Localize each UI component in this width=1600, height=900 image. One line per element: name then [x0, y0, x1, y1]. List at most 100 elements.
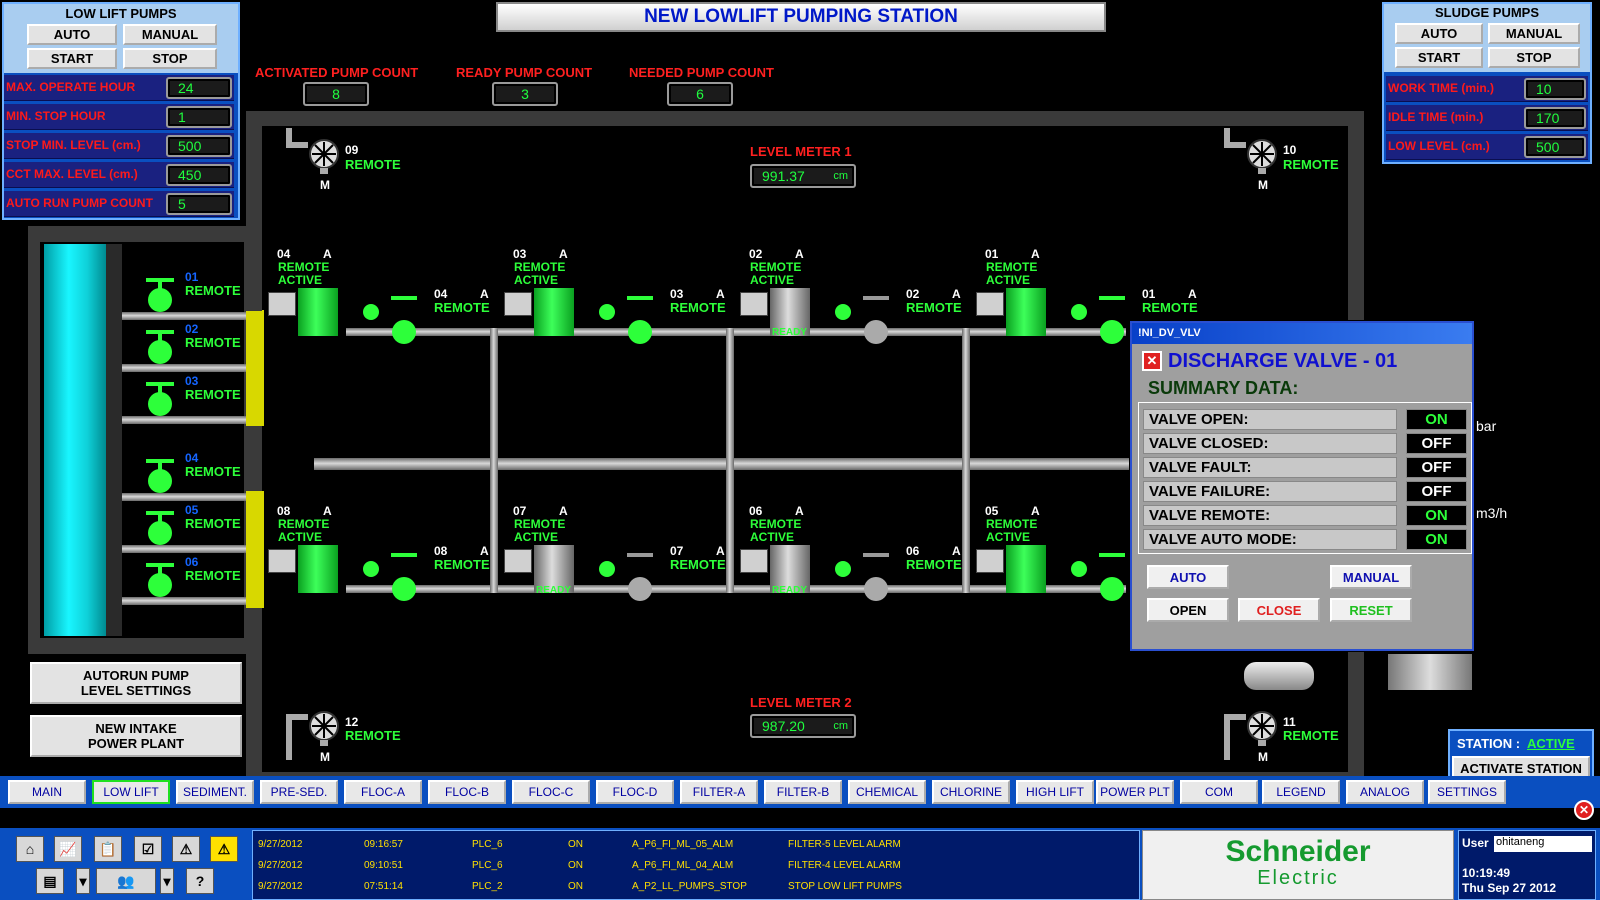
valve-close-button[interactable]: CLOSE	[1238, 598, 1320, 622]
nav-analog[interactable]: ANALOG	[1346, 780, 1424, 804]
trend-icon[interactable]: 📈	[54, 836, 82, 862]
param-value[interactable]: 5	[166, 193, 232, 215]
nav-high-lift[interactable]: HIGH LIFT	[1016, 780, 1094, 804]
valve-manual-button[interactable]: MANUAL	[1330, 565, 1412, 589]
valve-auto-button[interactable]: AUTO	[1147, 565, 1229, 589]
alarm-desc: FILTER-5 LEVEL ALARM	[788, 839, 901, 850]
sludge-pump-10-icon[interactable]	[1222, 128, 1282, 188]
param-value[interactable]: 500	[1524, 136, 1586, 158]
dropdown-arrow-icon[interactable]: ▾	[76, 868, 90, 894]
param-label: MIN. STOP HOUR	[6, 109, 106, 123]
intake-label: NEW INTAKE POWER PLANT	[87, 721, 185, 751]
alarm-row[interactable]: 9/27/2012 09:10:51 PLC_6 ON A_P6_FI_ML_0…	[258, 856, 1138, 876]
discharge-valve-icons	[363, 296, 1125, 601]
new-intake-power-plant-button[interactable]: NEW INTAKE POWER PLANT	[30, 715, 242, 757]
alarm-plc: PLC_6	[472, 860, 503, 871]
station-status: ACTIVE	[1527, 736, 1575, 751]
low-lift-auto-button[interactable]: AUTO	[27, 24, 117, 45]
window-icon[interactable]: ▤	[36, 868, 64, 894]
user-label: User	[1462, 836, 1489, 850]
param-label: AUTO RUN PUMP COUNT	[6, 196, 153, 210]
nav-floc-d[interactable]: FLOC-D	[596, 780, 674, 804]
low-lift-start-button[interactable]: START	[27, 48, 117, 69]
param-value[interactable]: 500	[166, 135, 232, 157]
nav-settings[interactable]: SETTINGS	[1428, 780, 1506, 804]
nav-main[interactable]: MAIN	[8, 780, 86, 804]
alarm-list-icon[interactable]: ⚠	[172, 836, 200, 862]
nav-pre-sed[interactable]: PRE-SED.	[260, 780, 338, 804]
help-icon[interactable]: ?	[186, 868, 214, 894]
param-value[interactable]: 10	[1524, 78, 1586, 100]
sludge-pump-12-icon[interactable]	[284, 700, 344, 760]
nav-sediment[interactable]: SEDIMENT.	[176, 780, 254, 804]
valve-num: 01	[1142, 287, 1156, 301]
close-icon[interactable]: ✕	[1142, 351, 1162, 371]
ready-pump-count-label: READY PUMP COUNT	[456, 65, 593, 80]
exit-icon[interactable]: ✕	[1574, 800, 1594, 820]
nav-chlorine[interactable]: CHLORINE	[932, 780, 1010, 804]
alarm-row[interactable]: 9/27/2012 09:16:57 PLC_6 ON A_P6_FI_ML_0…	[258, 835, 1138, 855]
home-icon[interactable]: ⌂	[16, 836, 44, 862]
valve-icon[interactable]	[146, 278, 174, 597]
valve-reset-button[interactable]: RESET	[1330, 598, 1412, 622]
nav-floc-b[interactable]: FLOC-B	[428, 780, 506, 804]
valve-icon[interactable]	[363, 296, 1125, 601]
nav-power-plt[interactable]: POWER PLT	[1096, 780, 1174, 804]
autorun-pump-level-settings-button[interactable]: AUTORUN PUMP LEVEL SETTINGS	[30, 662, 242, 704]
param-label: CCT MAX. LEVEL (cm.)	[6, 167, 138, 181]
nav-com[interactable]: COM	[1180, 780, 1258, 804]
pump-motor-icon[interactable]	[268, 292, 296, 316]
users-icon[interactable]: 👥	[96, 868, 156, 894]
sludge-stop-button[interactable]: STOP	[1488, 47, 1580, 68]
nav-low-lift[interactable]: LOW LIFT	[92, 780, 170, 804]
sludge-pump-09-icon[interactable]	[284, 128, 344, 188]
level-meter-2-label: LEVEL METER 2	[750, 695, 852, 710]
nav-legend[interactable]: LEGEND	[1262, 780, 1340, 804]
pump-mode: A	[795, 247, 804, 261]
intake-valve-status: REMOTE	[185, 387, 241, 402]
intake-valve-num: 05	[185, 503, 199, 517]
alarm-desc: STOP LOW LIFT PUMPS	[788, 881, 902, 892]
sludge-pump-status: REMOTE	[1283, 728, 1339, 743]
param-value[interactable]: 24	[166, 77, 232, 99]
warning-icon[interactable]: ⚠	[210, 836, 238, 862]
sludge-auto-button[interactable]: AUTO	[1395, 23, 1483, 44]
valve-dialog-title: DISCHARGE VALVE - 01	[1168, 350, 1398, 372]
low-lift-manual-button[interactable]: MANUAL	[123, 24, 217, 45]
nav-filter-b[interactable]: FILTER-B	[764, 780, 842, 804]
sludge-pump-status: REMOTE	[1283, 157, 1339, 172]
valve-open-button[interactable]: OPEN	[1147, 598, 1229, 622]
station-label: STATION :	[1457, 736, 1521, 751]
level-meter-2-unit: cm	[833, 720, 848, 732]
pump-num: 08	[277, 504, 291, 518]
pump-num: 01	[985, 247, 999, 261]
compressor-icon[interactable]	[1244, 662, 1314, 690]
sludge-manual-button[interactable]: MANUAL	[1488, 23, 1580, 44]
pump-body[interactable]	[298, 545, 338, 593]
valve-remote-value: ON	[1406, 505, 1467, 526]
valve-dialog-titlebar[interactable]: !NI_DV_VLV	[1132, 323, 1472, 344]
nav-floc-a[interactable]: FLOC-A	[344, 780, 422, 804]
sludge-start-button[interactable]: START	[1395, 47, 1483, 68]
pressure-unit: bar	[1476, 418, 1497, 434]
pump-num: 02	[749, 247, 763, 261]
clock-date: Thu Sep 27 2012	[1462, 881, 1557, 895]
param-value[interactable]: 170	[1524, 107, 1586, 129]
dropdown-arrow-icon[interactable]: ▾	[160, 868, 174, 894]
plant-frame-left	[246, 111, 262, 311]
param-label: WORK TIME (min.)	[1388, 81, 1494, 95]
checklist-icon[interactable]: ☑	[134, 836, 162, 862]
nav-floc-c[interactable]: FLOC-C	[512, 780, 590, 804]
nav-filter-a[interactable]: FILTER-A	[680, 780, 758, 804]
nav-chemical[interactable]: CHEMICAL	[848, 780, 926, 804]
flow-unit: m3/h	[1476, 505, 1508, 521]
report-icon[interactable]: 📋	[94, 836, 122, 862]
pump-motor-icon[interactable]	[268, 549, 296, 573]
param-value[interactable]: 450	[166, 164, 232, 186]
pump-body[interactable]	[298, 288, 338, 336]
low-lift-stop-button[interactable]: STOP	[123, 48, 217, 69]
param-value[interactable]: 1	[166, 106, 232, 128]
alarm-row[interactable]: 9/27/2012 07:51:14 PLC_2 ON A_P2_LL_PUMP…	[258, 877, 1138, 897]
intake-wall	[106, 244, 122, 636]
sludge-pump-11-icon[interactable]	[1222, 700, 1282, 760]
